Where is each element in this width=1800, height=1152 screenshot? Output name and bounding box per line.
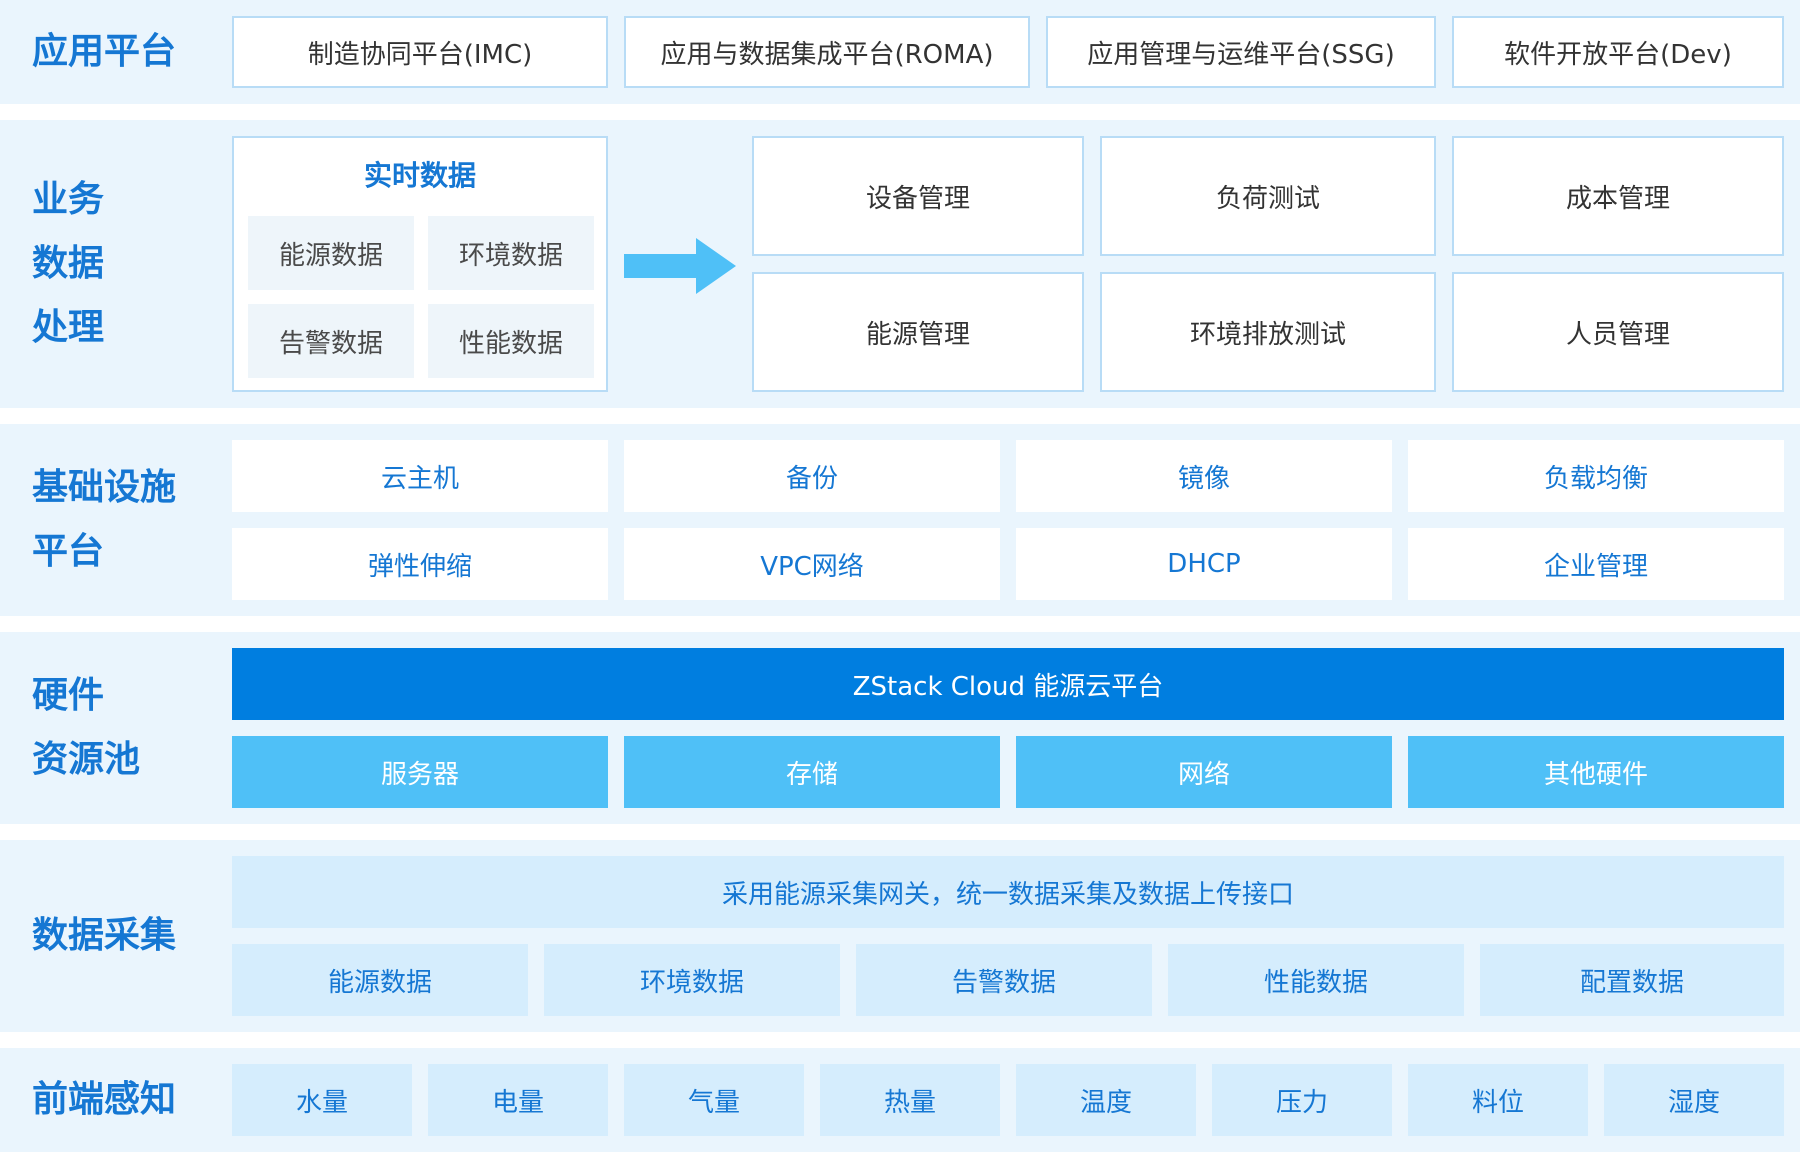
sense-pressure: 压力 bbox=[1212, 1064, 1392, 1136]
realtime-data-title: 实时数据 bbox=[363, 159, 476, 192]
sense-electricity: 电量 bbox=[428, 1064, 608, 1136]
infra-cloud-host: 云主机 bbox=[232, 440, 608, 512]
mgmt-device: 设备管理 bbox=[752, 136, 1084, 256]
collection-gateway-banner: 采用能源采集网关，统一数据采集及数据上传接口 bbox=[232, 856, 1784, 928]
realtime-item-environment: 环境数据 bbox=[428, 216, 594, 290]
infra-image: 镜像 bbox=[1016, 440, 1392, 512]
mgmt-personnel: 人员管理 bbox=[1452, 272, 1784, 392]
layer-label: 应用平台 bbox=[32, 31, 177, 72]
app-item-imc: 制造协同平台(IMC) bbox=[232, 16, 608, 88]
realtime-item-performance: 性能数据 bbox=[428, 304, 594, 378]
collect-performance: 性能数据 bbox=[1168, 944, 1464, 1016]
hardware-storage: 存储 bbox=[624, 736, 1000, 808]
layer-label: 前端感知 bbox=[32, 1079, 177, 1120]
app-item-ssg: 应用管理与运维平台(SSG) bbox=[1046, 16, 1436, 88]
collect-energy: 能源数据 bbox=[232, 944, 528, 1016]
sense-material-level: 料位 bbox=[1408, 1064, 1588, 1136]
mgmt-cost: 成本管理 bbox=[1452, 136, 1784, 256]
collect-environment: 环境数据 bbox=[544, 944, 840, 1016]
hardware-other: 其他硬件 bbox=[1408, 736, 1784, 808]
sense-gas: 气量 bbox=[624, 1064, 804, 1136]
layer-label: 硬件 资源池 bbox=[32, 675, 141, 780]
hardware-server: 服务器 bbox=[232, 736, 608, 808]
layer-infrastructure: 基础设施 平台 云主机 备份 镜像 负载均衡 弹性伸缩 VPC网络 DHCP 企… bbox=[0, 424, 1800, 616]
collect-alarm: 告警数据 bbox=[856, 944, 1152, 1016]
mgmt-energy: 能源管理 bbox=[752, 272, 1084, 392]
layer-front-sensing: 前端感知 水量 电量 气量 热量 温度 压力 料位 湿度 bbox=[0, 1048, 1800, 1152]
mgmt-emission-test: 环境排放测试 bbox=[1100, 272, 1436, 392]
realtime-data-panel: 实时数据 能源数据 环境数据 告警数据 性能数据 bbox=[232, 136, 608, 392]
infra-vpc-network: VPC网络 bbox=[624, 528, 1000, 600]
sense-temperature: 温度 bbox=[1016, 1064, 1196, 1136]
mgmt-load-test: 负荷测试 bbox=[1100, 136, 1436, 256]
sense-humidity: 湿度 bbox=[1604, 1064, 1784, 1136]
realtime-item-alarm: 告警数据 bbox=[248, 304, 414, 378]
app-item-roma: 应用与数据集成平台(ROMA) bbox=[624, 16, 1030, 88]
realtime-item-energy: 能源数据 bbox=[248, 216, 414, 290]
sense-water: 水量 bbox=[232, 1064, 412, 1136]
layer-label: 数据采集 bbox=[32, 915, 177, 956]
collect-config: 配置数据 bbox=[1480, 944, 1784, 1016]
layer-hardware-pool: 硬件 资源池 ZStack Cloud 能源云平台 服务器 存储 网络 其他硬件 bbox=[0, 632, 1800, 824]
hardware-network: 网络 bbox=[1016, 736, 1392, 808]
infra-enterprise-mgmt: 企业管理 bbox=[1408, 528, 1784, 600]
infra-load-balancer: 负载均衡 bbox=[1408, 440, 1784, 512]
zstack-platform-bar: ZStack Cloud 能源云平台 bbox=[232, 648, 1784, 720]
layer-data-collection: 数据采集 采用能源采集网关，统一数据采集及数据上传接口 能源数据 环境数据 告警… bbox=[0, 840, 1800, 1032]
layer-label: 业务 数据 处理 bbox=[32, 179, 105, 348]
right-arrow-icon bbox=[624, 238, 736, 294]
infra-dhcp: DHCP bbox=[1016, 528, 1392, 600]
layer-app-platform: 应用平台 制造协同平台(IMC) 应用与数据集成平台(ROMA) 应用管理与运维… bbox=[0, 0, 1800, 104]
infra-backup: 备份 bbox=[624, 440, 1000, 512]
infra-auto-scaling: 弹性伸缩 bbox=[232, 528, 608, 600]
layer-business-data: 业务 数据 处理 实时数据 能源数据 环境数据 告警数据 性能数据 设备管理 负… bbox=[0, 120, 1800, 408]
app-item-dev: 软件开放平台(Dev) bbox=[1452, 16, 1784, 88]
sense-heat: 热量 bbox=[820, 1064, 1000, 1136]
layer-label: 基础设施 平台 bbox=[32, 467, 177, 572]
